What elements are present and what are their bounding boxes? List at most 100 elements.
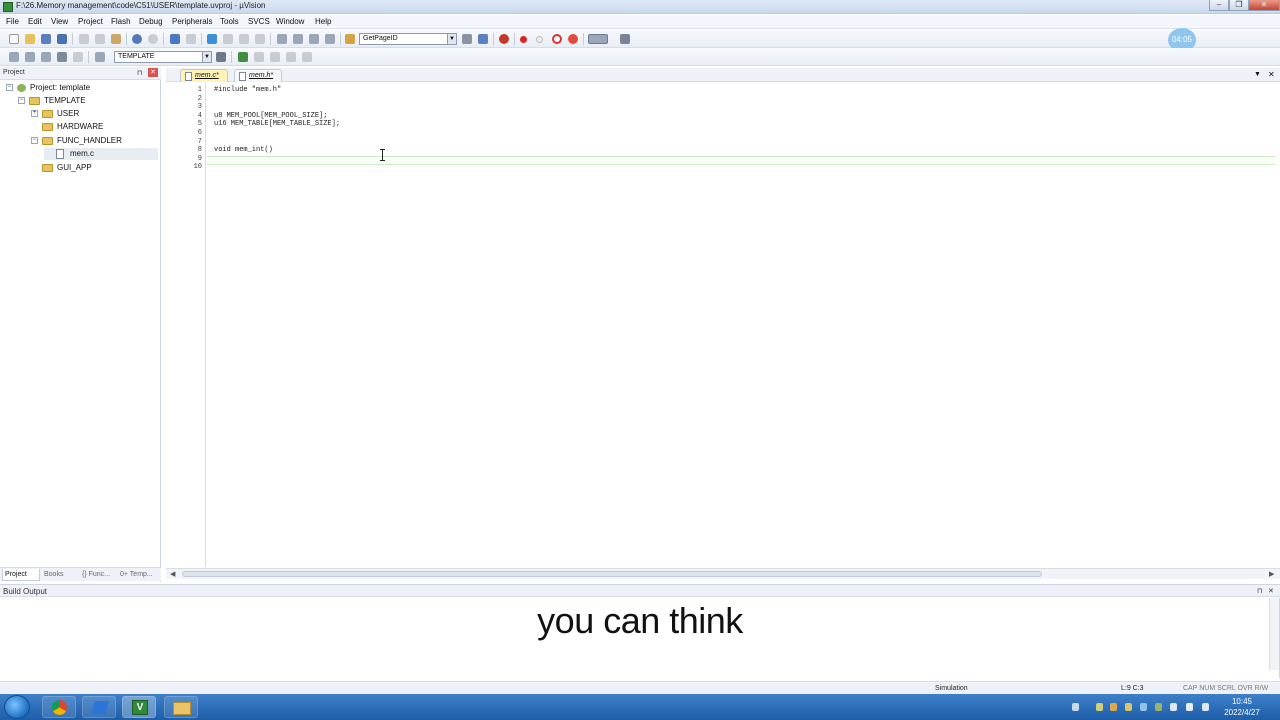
shield-icon[interactable] [1125,703,1132,711]
menu-flash[interactable]: Flash [111,17,131,26]
file-mem-c[interactable]: mem.c [44,148,158,160]
menu-window[interactable]: Window [276,17,304,26]
update-icon[interactable] [302,52,312,62]
navigate-back-icon[interactable] [170,34,180,44]
tab-functions[interactable]: {} Func... [82,569,118,581]
menu-tools[interactable]: Tools [220,17,239,26]
copy-icon[interactable] [95,34,105,44]
tab-mem-h[interactable]: mem.h* [234,69,282,82]
stop-build-icon[interactable] [73,52,83,62]
scroll-right-icon[interactable]: ▶ [1269,570,1274,578]
minimize-button[interactable]: – [1209,0,1229,11]
find-in-files-icon[interactable] [345,34,355,44]
explorer-taskbar-button[interactable] [164,696,198,718]
undo-icon[interactable] [132,34,142,44]
navigate-forward-icon[interactable] [186,34,196,44]
download-icon[interactable] [95,52,105,62]
tray-icon[interactable] [1140,703,1147,711]
close-panel-icon[interactable]: ✕ [148,68,158,77]
scrollbar-thumb[interactable] [182,571,1042,577]
window-layout-icon[interactable] [588,34,608,44]
tab-list-dropdown-icon[interactable]: ▼ [1254,71,1261,78]
uvision-taskbar-button[interactable]: V [122,696,156,718]
maximize-button[interactable]: ❐ [1229,0,1249,11]
menu-file[interactable]: File [6,17,19,26]
pack-installer-icon[interactable] [286,52,296,62]
collapse-icon[interactable]: − [31,137,38,144]
tab-project[interactable]: Project [2,569,40,581]
manage-components-icon[interactable] [254,52,264,62]
indent-icon[interactable] [277,34,287,44]
code-line[interactable]: u16 MEM_TABLE[MEM_TABLE_SIZE]; [214,120,340,129]
pin-icon[interactable]: ⊓ [137,69,142,77]
breakpoint-kill-icon[interactable] [568,34,578,44]
chevron-down-icon[interactable]: ▼ [202,52,211,62]
code-line[interactable]: u8 MEM_POOL[MEM_POOL_SIZE]; [214,112,327,121]
target-combo[interactable]: TEMPLATE ▼ [114,51,212,63]
menu-debug[interactable]: Debug [139,17,163,26]
code-line[interactable]: void mem_int() [214,146,273,155]
redo-icon[interactable] [148,34,158,44]
code-line[interactable]: #include "mem.h" [214,86,281,95]
rebuild-icon[interactable] [41,52,51,62]
build-icon[interactable] [25,52,35,62]
find-icon[interactable] [462,34,472,44]
cut-icon[interactable] [79,34,89,44]
uncomment-icon[interactable] [325,34,335,44]
file-extensions-icon[interactable] [238,52,248,62]
tray-icon[interactable] [1202,703,1209,711]
tab-books[interactable]: Books [44,569,79,581]
bookmark-prev-icon[interactable] [223,34,233,44]
configure-icon[interactable] [620,34,630,44]
find-combo[interactable]: GetPageID ▼ [359,33,457,45]
target-options-icon[interactable] [216,52,226,62]
start-button[interactable] [4,695,30,719]
bookmark-toggle-icon[interactable] [207,34,217,44]
unindent-icon[interactable] [293,34,303,44]
save-all-icon[interactable] [57,34,67,44]
comment-icon[interactable] [309,34,319,44]
code-editor[interactable]: #include "mem.h" u8 MEM_POOL[MEM_POOL_SI… [207,83,1275,567]
menu-edit[interactable]: Edit [28,17,42,26]
batch-build-icon[interactable] [57,52,67,62]
menu-help[interactable]: Help [315,17,331,26]
tray-icon[interactable] [1155,703,1162,711]
menu-peripherals[interactable]: Peripherals [172,17,212,26]
expand-icon[interactable]: + [31,110,38,117]
chrome-taskbar-button[interactable] [42,696,76,718]
breakpoint-insert-icon[interactable] [520,36,527,43]
close-tab-icon[interactable]: ✕ [1268,70,1275,79]
paste-icon[interactable] [111,34,121,44]
tray-icon[interactable] [1096,703,1103,711]
feishu-taskbar-button[interactable] [82,696,116,718]
new-file-icon[interactable] [9,34,19,44]
bookmark-next-icon[interactable] [239,34,249,44]
breakpoint-disable-icon[interactable] [552,34,562,44]
scroll-left-icon[interactable]: ◀ [170,570,175,578]
close-button[interactable]: ✕ [1248,0,1280,11]
breakpoint-enable-icon[interactable] [536,36,543,43]
collapse-icon[interactable]: − [6,84,13,91]
open-file-icon[interactable] [25,34,35,44]
menu-svcs[interactable]: SVCS [248,17,270,26]
network-icon[interactable] [1170,703,1177,711]
tab-mem-c[interactable]: mem.c* [180,69,228,82]
volume-icon[interactable] [1186,703,1193,711]
translate-icon[interactable] [9,52,19,62]
incremental-find-icon[interactable] [478,34,488,44]
chevron-down-icon[interactable]: ▼ [447,34,456,44]
taskbar-clock[interactable]: 10:45 2022/4/27 [1222,696,1262,718]
menu-project[interactable]: Project [78,17,103,26]
save-icon[interactable] [41,34,51,44]
menu-view[interactable]: View [51,17,68,26]
close-panel-icon[interactable]: ✕ [1268,587,1274,595]
bookmark-clear-icon[interactable] [255,34,265,44]
pin-icon[interactable]: ⊓ [1257,587,1262,595]
debug-session-icon[interactable] [499,34,509,44]
horizontal-scrollbar[interactable]: ◀ ▶ [166,568,1280,579]
tab-templates[interactable]: 0+ Temp... [120,569,160,581]
select-packs-icon[interactable] [270,52,280,62]
tray-icon[interactable] [1110,703,1117,711]
keyboard-tray-icon[interactable] [1072,703,1079,711]
collapse-icon[interactable]: − [18,97,25,104]
